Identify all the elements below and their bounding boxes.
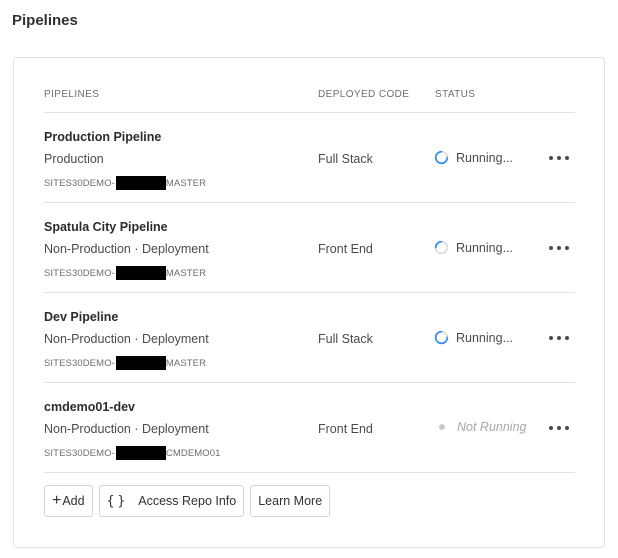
pipeline-environment: Non-Production · Deployment xyxy=(44,242,209,256)
status: Not Running xyxy=(434,420,527,434)
repo-prefix: SITES30DEMO- xyxy=(44,447,115,459)
dot-icon xyxy=(439,424,445,430)
plus-icon: + xyxy=(52,492,62,509)
learn-more-label: Learn More xyxy=(258,494,323,508)
pipeline-name: Spatula City Pipeline xyxy=(44,220,168,234)
more-actions-icon[interactable] xyxy=(549,240,569,256)
repo-prefix: SITES30DEMO- xyxy=(44,177,115,189)
repo-branch: MASTER xyxy=(165,357,207,369)
repo-prefix: SITES30DEMO- xyxy=(44,267,115,279)
pipeline-environment: Non-Production · Deployment xyxy=(44,422,209,436)
repo-branch: MASTER xyxy=(165,267,207,279)
table-header: PIPELINES DEPLOYED CODE STATUS xyxy=(44,80,575,113)
status: Running... xyxy=(434,330,513,345)
redacted-block xyxy=(115,266,166,280)
deployed-code: Full Stack xyxy=(318,332,373,346)
spinner-icon xyxy=(434,330,449,345)
braces-icon: {} xyxy=(106,493,129,509)
more-actions-icon[interactable] xyxy=(549,330,569,346)
pipeline-environment: Non-Production · Deployment xyxy=(44,332,209,346)
repo-prefix: SITES30DEMO- xyxy=(44,357,115,369)
header-pipelines: PIPELINES xyxy=(44,89,100,100)
access-repo-info-button[interactable]: {} Access Repo Info xyxy=(98,485,245,517)
pipeline-repo: SITES30DEMO- MASTER xyxy=(44,356,206,370)
spinner-icon xyxy=(434,240,449,255)
status-label: Running... xyxy=(456,240,513,255)
pipeline-environment: Production xyxy=(44,152,104,166)
pipeline-repo: SITES30DEMO- CMDEMO01 xyxy=(44,446,221,460)
status: Running... xyxy=(434,240,513,255)
redacted-block xyxy=(115,446,166,460)
redacted-block xyxy=(115,176,166,190)
spinner-icon xyxy=(434,150,449,165)
table-row[interactable]: cmdemo01-dev Non-Production · Deployment… xyxy=(44,383,575,473)
repo-branch: MASTER xyxy=(165,177,207,189)
header-deployed-code: DEPLOYED CODE xyxy=(318,89,410,100)
pipelines-card: PIPELINES DEPLOYED CODE STATUS Productio… xyxy=(13,57,605,548)
add-button[interactable]: + Add xyxy=(44,485,93,517)
access-repo-label: Access Repo Info xyxy=(138,494,237,508)
table-row[interactable]: Production Pipeline Production SITES30DE… xyxy=(44,113,575,203)
pipelines-table: PIPELINES DEPLOYED CODE STATUS Productio… xyxy=(44,80,575,473)
pipeline-name: cmdemo01-dev xyxy=(44,400,136,414)
header-status: STATUS xyxy=(435,89,476,100)
status: Running... xyxy=(434,150,513,165)
table-row[interactable]: Dev Pipeline Non-Production · Deployment… xyxy=(44,293,575,383)
more-actions-icon[interactable] xyxy=(549,420,569,436)
status-label: Not Running xyxy=(457,420,527,434)
more-actions-icon[interactable] xyxy=(549,150,569,166)
table-row[interactable]: Spatula City Pipeline Non-Production · D… xyxy=(44,203,575,293)
pipeline-repo: SITES30DEMO- MASTER xyxy=(44,176,206,190)
pipeline-name: Dev Pipeline xyxy=(44,310,119,324)
action-bar: + Add {} Access Repo Info Learn More xyxy=(44,485,331,517)
deployed-code: Front End xyxy=(318,422,373,436)
status-label: Running... xyxy=(456,150,513,165)
status-label: Running... xyxy=(456,330,513,345)
deployed-code: Front End xyxy=(318,242,373,256)
page-title: Pipelines xyxy=(12,12,78,29)
pipeline-name: Production Pipeline xyxy=(44,130,162,144)
pipeline-repo: SITES30DEMO- MASTER xyxy=(44,266,206,280)
redacted-block xyxy=(115,356,166,370)
learn-more-button[interactable]: Learn More xyxy=(250,485,331,517)
add-label: Add xyxy=(62,494,85,508)
repo-branch: CMDEMO01 xyxy=(165,447,221,459)
deployed-code: Full Stack xyxy=(318,152,373,166)
